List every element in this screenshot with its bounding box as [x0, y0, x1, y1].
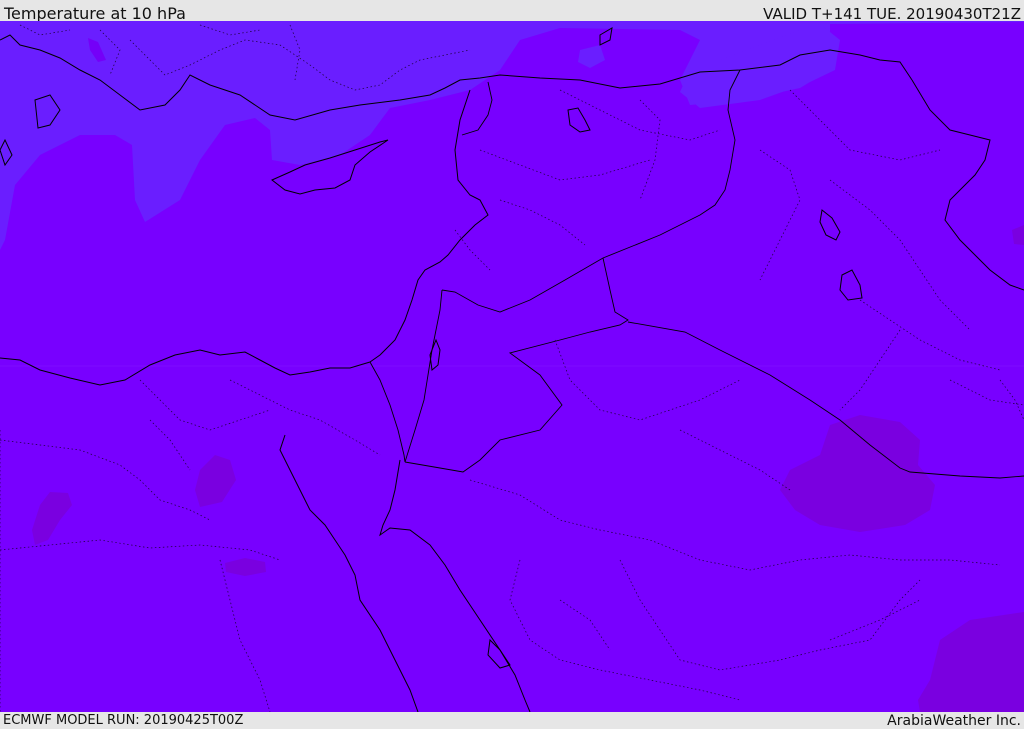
footer-bar: ECMWF MODEL RUN: 20190425T00Z ArabiaWeat…	[0, 712, 1024, 729]
weather-map	[0, 21, 1024, 712]
map-frame: Temperature at 10 hPa VALID T+141 TUE. 2…	[0, 0, 1024, 729]
credit-label: ArabiaWeather Inc.	[887, 713, 1021, 729]
model-run-label: ECMWF MODEL RUN: 20190425T00Z	[3, 713, 244, 728]
header-bar: Temperature at 10 hPa VALID T+141 TUE. 2…	[0, 0, 1024, 23]
